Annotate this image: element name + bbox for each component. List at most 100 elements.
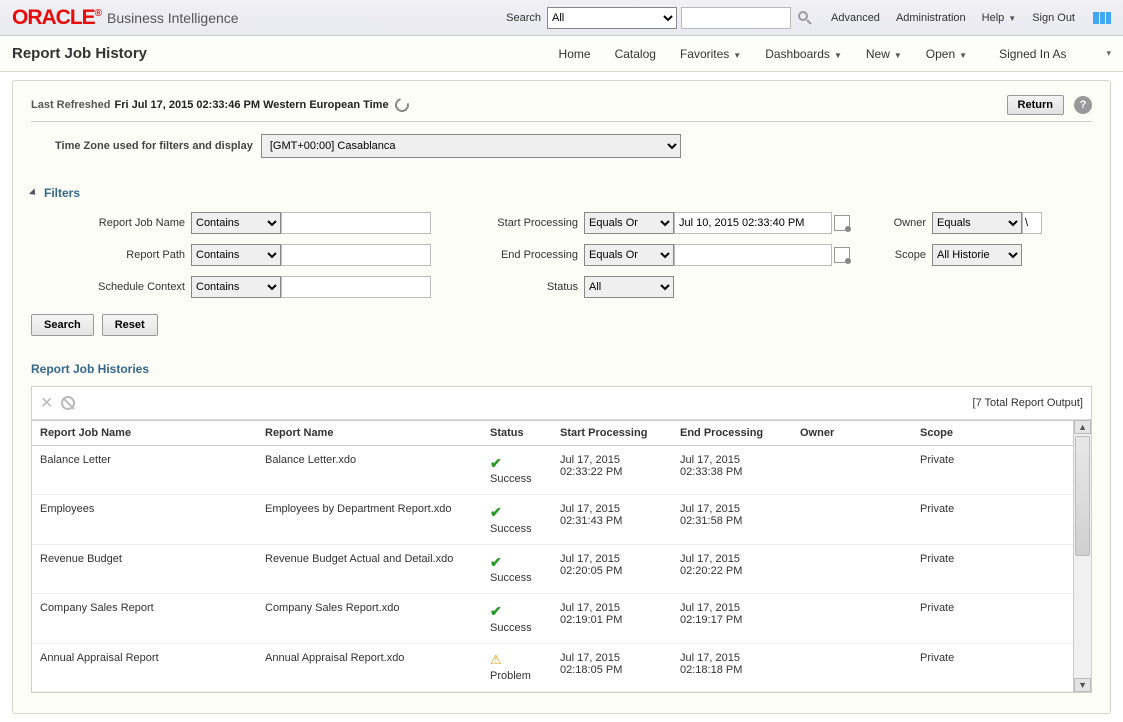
success-icon: ✔ bbox=[490, 503, 544, 521]
histories-table-container: ✕ [7 Total Report Output] Report Job Nam… bbox=[31, 386, 1092, 693]
input-report-job-name[interactable] bbox=[281, 212, 431, 234]
search-scope-select[interactable]: All bbox=[547, 7, 677, 29]
cell-status: ✔Success bbox=[482, 544, 552, 593]
refresh-icon[interactable] bbox=[392, 95, 411, 114]
input-end-processing[interactable] bbox=[674, 244, 832, 266]
input-schedule-context[interactable] bbox=[281, 276, 431, 298]
filter-buttons: Search Reset bbox=[31, 314, 1092, 336]
label-report-path: Report Path bbox=[31, 249, 191, 261]
cell-start: Jul 17, 201502:20:05 PM bbox=[552, 544, 672, 593]
delete-icon[interactable]: ✕ bbox=[40, 393, 53, 413]
help-icon[interactable]: ? bbox=[1074, 96, 1092, 114]
nav-catalog[interactable]: Catalog bbox=[615, 47, 656, 61]
cell-start: Jul 17, 201502:31:43 PM bbox=[552, 495, 672, 544]
success-icon: ✔ bbox=[490, 454, 544, 472]
label-status: Status bbox=[474, 281, 584, 293]
cell-end: Jul 17, 201502:20:22 PM bbox=[672, 544, 792, 593]
scrollbar-track[interactable] bbox=[1074, 434, 1091, 678]
cell-end: Jul 17, 201502:33:38 PM bbox=[672, 446, 792, 495]
histories-title: Report Job Histories bbox=[31, 362, 1092, 376]
cell-start: Jul 17, 201502:18:05 PM bbox=[552, 643, 672, 691]
nav-open[interactable]: Open bbox=[926, 47, 967, 61]
col-status[interactable]: Status bbox=[482, 421, 552, 446]
table-row[interactable]: EmployeesEmployees by Department Report.… bbox=[32, 495, 1073, 544]
label-report-job-name: Report Job Name bbox=[31, 217, 191, 229]
search-input[interactable] bbox=[681, 7, 791, 29]
success-icon: ✔ bbox=[490, 602, 544, 620]
scroll-up-icon[interactable]: ▲ bbox=[1074, 420, 1091, 434]
op-end-processing[interactable]: Equals Or bbox=[584, 244, 674, 266]
col-end[interactable]: End Processing bbox=[672, 421, 792, 446]
main-panel: Last Refreshed Fri Jul 17, 2015 02:33:46… bbox=[12, 80, 1111, 714]
op-report-job-name[interactable]: Contains bbox=[191, 212, 281, 234]
refresh-bar: Last Refreshed Fri Jul 17, 2015 02:33:46… bbox=[31, 95, 1092, 122]
calendar-icon[interactable] bbox=[834, 247, 850, 263]
last-refreshed-label: Last Refreshed bbox=[31, 99, 110, 111]
signout-link[interactable]: Sign Out bbox=[1032, 12, 1075, 24]
cell-scope: Private bbox=[912, 594, 1073, 643]
cell-owner bbox=[792, 495, 912, 544]
nav-dashboards[interactable]: Dashboards bbox=[765, 47, 842, 61]
user-menu-caret-icon[interactable]: ▾ bbox=[1106, 48, 1111, 59]
disclosure-icon bbox=[29, 188, 38, 197]
cell-job-name: Balance Letter bbox=[32, 446, 257, 495]
filters-title: Filters bbox=[44, 186, 80, 200]
cell-scope: Private bbox=[912, 643, 1073, 691]
cell-owner bbox=[792, 643, 912, 691]
calendar-icon[interactable] bbox=[834, 215, 850, 231]
oracle-logo: ORACLE® bbox=[12, 6, 101, 30]
table-toolbar: ✕ [7 Total Report Output] bbox=[32, 387, 1091, 420]
input-report-path[interactable] bbox=[281, 244, 431, 266]
cell-job-name: Revenue Budget bbox=[32, 544, 257, 593]
search-icon[interactable] bbox=[797, 10, 813, 26]
search-button[interactable]: Search bbox=[31, 314, 94, 336]
filters-header[interactable]: Filters bbox=[31, 186, 1092, 200]
histories-table: Report Job Name Report Name Status Start… bbox=[32, 420, 1073, 692]
scroll-down-icon[interactable]: ▼ bbox=[1074, 678, 1091, 692]
table-row[interactable]: Balance LetterBalance Letter.xdo✔Success… bbox=[32, 446, 1073, 495]
advanced-link[interactable]: Advanced bbox=[831, 12, 880, 24]
op-owner[interactable]: Equals bbox=[932, 212, 1022, 234]
table-row[interactable]: Company Sales ReportCompany Sales Report… bbox=[32, 594, 1073, 643]
cell-job-name: Employees bbox=[32, 495, 257, 544]
timezone-label: Time Zone used for filters and display bbox=[55, 140, 253, 152]
op-schedule-context[interactable]: Contains bbox=[191, 276, 281, 298]
reset-button[interactable]: Reset bbox=[102, 314, 158, 336]
app-switcher-icon[interactable] bbox=[1093, 12, 1111, 24]
nav-home[interactable]: Home bbox=[559, 47, 591, 61]
cell-end: Jul 17, 201502:19:17 PM bbox=[672, 594, 792, 643]
oracle-logo-text: ORACLE bbox=[12, 6, 95, 29]
op-start-processing[interactable]: Equals Or bbox=[584, 212, 674, 234]
warning-icon: ⚠ bbox=[490, 652, 544, 669]
administration-link[interactable]: Administration bbox=[896, 12, 966, 24]
table-row[interactable]: Annual Appraisal ReportAnnual Appraisal … bbox=[32, 643, 1073, 691]
select-status[interactable]: All bbox=[584, 276, 674, 298]
cell-status: ⚠Problem bbox=[482, 643, 552, 691]
cell-status: ✔Success bbox=[482, 594, 552, 643]
scrollbar-thumb[interactable] bbox=[1075, 436, 1090, 556]
cell-start: Jul 17, 201502:19:01 PM bbox=[552, 594, 672, 643]
col-report-name[interactable]: Report Name bbox=[257, 421, 482, 446]
nav-new[interactable]: New bbox=[866, 47, 902, 61]
op-report-path[interactable]: Contains bbox=[191, 244, 281, 266]
col-scope[interactable]: Scope bbox=[912, 421, 1073, 446]
table-header-row: Report Job Name Report Name Status Start… bbox=[32, 421, 1073, 446]
input-start-processing[interactable] bbox=[674, 212, 832, 234]
cell-owner bbox=[792, 544, 912, 593]
cell-job-name: Company Sales Report bbox=[32, 594, 257, 643]
table-row[interactable]: Revenue BudgetRevenue Budget Actual and … bbox=[32, 544, 1073, 593]
select-scope[interactable]: All Historie bbox=[932, 244, 1022, 266]
col-owner[interactable]: Owner bbox=[792, 421, 912, 446]
cell-start: Jul 17, 201502:33:22 PM bbox=[552, 446, 672, 495]
col-job-name[interactable]: Report Job Name bbox=[32, 421, 257, 446]
return-button[interactable]: Return bbox=[1007, 95, 1064, 115]
input-owner[interactable] bbox=[1022, 212, 1042, 234]
nav-favorites[interactable]: Favorites bbox=[680, 47, 741, 61]
cancel-icon[interactable] bbox=[61, 396, 75, 410]
timezone-row: Time Zone used for filters and display [… bbox=[31, 134, 1092, 158]
col-start[interactable]: Start Processing bbox=[552, 421, 672, 446]
help-menu[interactable]: Help bbox=[982, 12, 1017, 24]
timezone-select[interactable]: [GMT+00:00] Casablanca bbox=[261, 134, 681, 158]
search-label: Search bbox=[506, 12, 541, 24]
cell-end: Jul 17, 201502:31:58 PM bbox=[672, 495, 792, 544]
